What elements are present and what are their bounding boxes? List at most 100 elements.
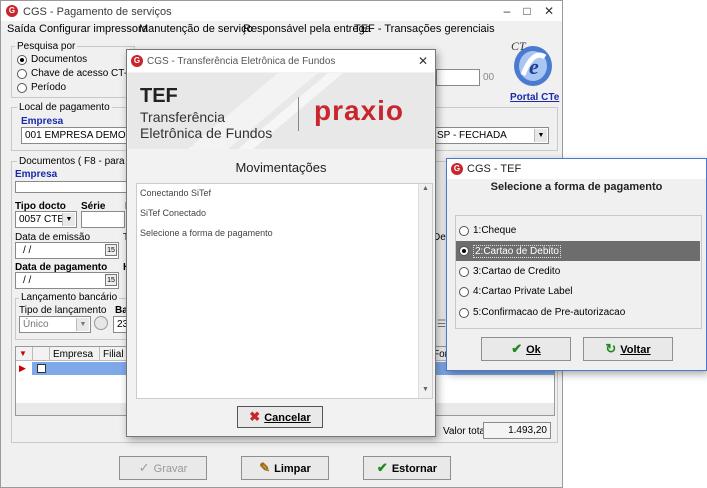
menu-tef-transacoes[interactable]: TEF - Transações gerenciais (354, 23, 495, 35)
grid-header-filial[interactable]: Filial (103, 349, 124, 360)
calendar-icon[interactable]: 15 (105, 274, 117, 286)
valor-total-field: 1.493,20 (483, 422, 551, 439)
log-line: SiTef Conectado (140, 208, 207, 218)
data-emissao-value: / / (23, 245, 32, 256)
gravar-label: Gravar (153, 463, 188, 475)
grid-header-sep (49, 347, 50, 361)
estornar-button[interactable]: ✔ Estornar (363, 456, 451, 480)
tipo-lancamento-select[interactable]: Único ▼ (19, 316, 91, 333)
grid-header-sep (32, 347, 33, 361)
chevron-down-icon: ▼ (534, 129, 547, 142)
svg-text:e: e (529, 54, 539, 79)
tef-banner: TEF Transferência Eletrônica de Fundos p… (128, 73, 434, 149)
calendar-icon[interactable]: 15 (105, 244, 117, 256)
ok-button[interactable]: ✔ Ok (481, 337, 571, 361)
serie-field[interactable] (81, 211, 125, 228)
option-label-2[interactable]: 2:Cartao de Debito (473, 245, 561, 258)
tool-icon[interactable]: ☰ (437, 319, 446, 330)
documentos-empresa-field[interactable] (15, 181, 129, 193)
empresa-select-value: 001 EMPRESA DEMONSTR (25, 130, 141, 141)
cancelar-button[interactable]: ✖ Cancelar (237, 406, 323, 428)
search-field[interactable] (436, 69, 480, 86)
scroll-down-icon[interactable]: ▼ (422, 386, 429, 393)
cte-logo: CT e (509, 39, 555, 89)
tef-window: G CGS - Transferência Eletrônica de Fund… (126, 49, 436, 437)
tef-window-title: CGS - Transferência Eletrônica de Fundos (147, 56, 336, 67)
tef-log-list: Conectando SiTef SiTef Conectado Selecio… (136, 183, 433, 399)
maximize-button[interactable]: □ (517, 3, 537, 19)
minimize-button[interactable]: – (497, 3, 517, 19)
close-button[interactable]: ✕ (539, 3, 559, 19)
option-radio-1[interactable] (459, 226, 469, 236)
radio-documentos-label: Documentos (31, 54, 88, 65)
tipo-docto-select[interactable]: 0057 CTE ▼ (15, 211, 77, 228)
search-field-suffix: 00 (483, 72, 495, 83)
x-icon: ✖ (249, 409, 261, 424)
data-pagamento-field[interactable]: / / (15, 272, 119, 289)
grid-sort-icon[interactable]: ▼ (19, 349, 27, 358)
option-label-5[interactable]: 5:Confirmacao de Pre-autorizacao (473, 307, 625, 318)
chevron-down-icon: ▼ (62, 213, 75, 226)
option-label-4[interactable]: 4:Cartao Private Label (473, 286, 573, 297)
option-radio-5[interactable] (459, 308, 469, 318)
ok-label: Ok (526, 344, 541, 356)
agencia-select-value: SP - FECHADA (437, 130, 507, 141)
refresh-icon[interactable] (94, 316, 108, 330)
voltar-label: Voltar (620, 344, 651, 356)
valor-total-value: 1.493,20 (508, 425, 547, 436)
data-pagamento-value: / / (23, 275, 32, 286)
radio-periodo[interactable] (17, 83, 27, 93)
check-icon: ✓ (138, 460, 150, 475)
refresh-icon: ↻ (605, 341, 617, 356)
check-icon: ✔ (376, 460, 388, 475)
documentos-empresa-label: Empresa (15, 169, 58, 180)
estornar-label: Estornar (391, 463, 438, 475)
app-icon: G (6, 5, 18, 17)
lancamento-label: Lançamento bancário (19, 292, 120, 303)
grid-header-sep (99, 347, 100, 361)
menu-responsavel-entrega[interactable]: Responsável pela entrega (243, 23, 371, 35)
option-radio-4[interactable] (459, 287, 469, 297)
menu-configurar-impressora[interactable]: Configurar impressora (39, 23, 148, 35)
tef-close-button[interactable]: ✕ (413, 53, 433, 69)
radio-periodo-label: Período (31, 82, 67, 93)
tipo-lancamento-label: Tipo de lançamento (19, 305, 107, 316)
svg-text:CT: CT (511, 39, 527, 53)
row-indicator-icon: ▶ (19, 363, 26, 373)
row-checkbox[interactable] (37, 364, 46, 373)
log-line: Conectando SiTef (140, 188, 212, 198)
empresa-select[interactable]: 001 EMPRESA DEMONSTR (21, 127, 141, 144)
limpar-button[interactable]: ✎ Limpar (241, 456, 329, 480)
payment-dialog-title: CGS - TEF (467, 163, 522, 175)
payment-heading: Selecione a forma de pagamento (490, 181, 663, 193)
option-label-3[interactable]: 3:Cartao de Credito (473, 266, 560, 277)
menu-manutencao-servico[interactable]: Manutenção de serviço (139, 23, 253, 35)
tipo-lancamento-value: Único (23, 319, 49, 330)
option-label-1[interactable]: 1:Cheque (473, 225, 516, 236)
main-title-bar: G CGS - Pagamento de serviços – □ ✕ (1, 1, 562, 21)
tef-banner-line2: Eletrônica de Fundos (140, 125, 273, 141)
tef-banner-title: TEF (140, 85, 178, 107)
portal-cte-link[interactable]: Portal CTe (510, 92, 559, 103)
menu-saida[interactable]: Saída (7, 23, 36, 35)
option-radio-2[interactable] (459, 246, 469, 256)
broom-icon: ✎ (259, 460, 271, 475)
agencia-select[interactable]: SP - FECHADA ▼ (431, 127, 549, 144)
option-radio-3[interactable] (459, 267, 469, 277)
local-pagamento-label: Local de pagamento (17, 102, 112, 113)
radio-chave-acesso[interactable] (17, 69, 27, 79)
app-icon: G (131, 55, 143, 67)
limpar-label: Limpar (274, 463, 311, 475)
voltar-button[interactable]: ↻ Voltar (583, 337, 673, 361)
log-scrollbar[interactable]: ▲ ▼ (418, 184, 432, 398)
data-emissao-field[interactable]: / / (15, 242, 119, 259)
tipo-docto-value: 0057 CTE (19, 214, 65, 225)
tef-heading: Movimentações (235, 160, 327, 175)
tef-banner-line1: Transferência (140, 109, 226, 125)
grid-header-empresa[interactable]: Empresa (53, 349, 93, 360)
search-group-label: Pesquisa por (15, 41, 78, 52)
scroll-up-icon[interactable]: ▲ (422, 185, 429, 192)
radio-documentos[interactable] (17, 55, 27, 65)
chevron-down-icon: ▼ (76, 318, 89, 331)
gravar-button[interactable]: ✓ Gravar (119, 456, 207, 480)
